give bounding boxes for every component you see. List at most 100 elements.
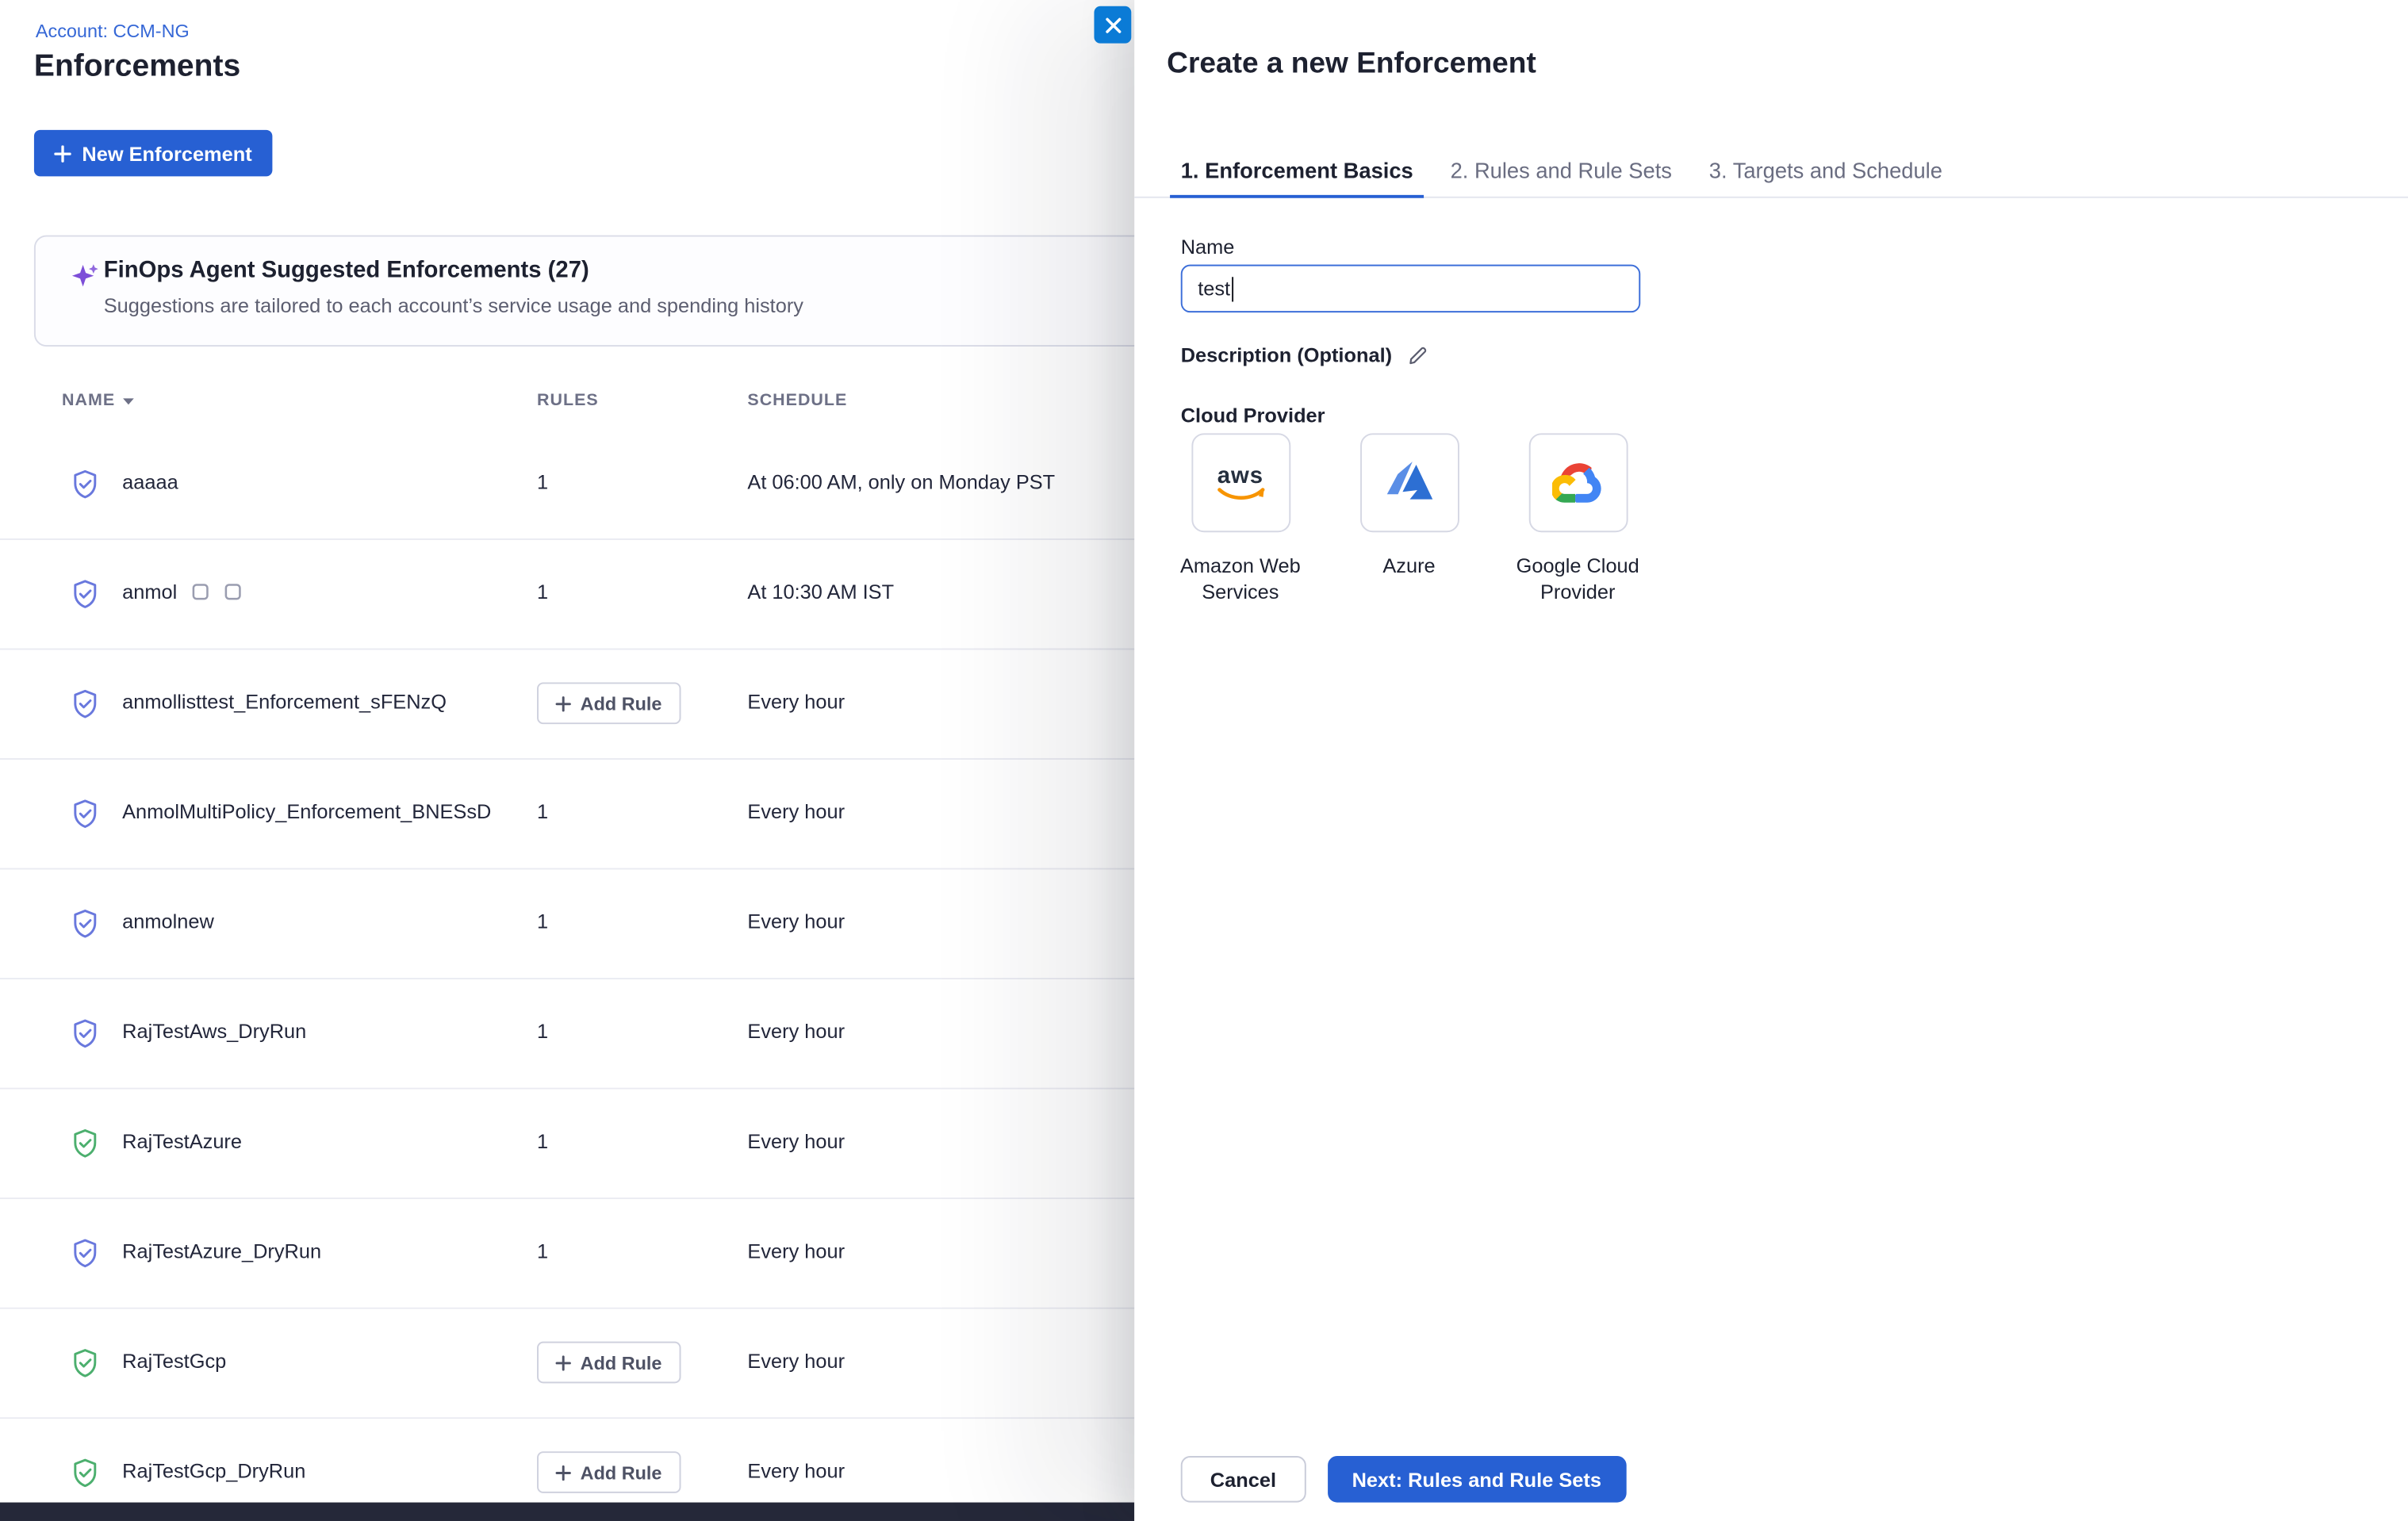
drawer-tab-2[interactable]: 2. Rules and Rule Sets xyxy=(1440,143,1683,197)
rules-count: 1 xyxy=(537,800,548,823)
add-rule-label: Add Rule xyxy=(581,1351,662,1373)
breadcrumb-account-link[interactable]: Account: CCM-NG xyxy=(36,20,190,41)
edit-description-button[interactable] xyxy=(1406,343,1429,366)
schedule-text: At 06:00 AM, only on Monday PST xyxy=(747,470,1055,493)
sort-arrow-icon xyxy=(123,397,136,404)
column-header-schedule[interactable]: SCHEDULE xyxy=(747,392,847,410)
enforcement-name: RajTestAzure xyxy=(122,1129,242,1152)
plus-icon xyxy=(54,144,71,161)
enforcement-name: aaaaa xyxy=(122,470,178,493)
aws-logo-icon: aws xyxy=(1216,463,1265,502)
rules-count: 1 xyxy=(537,580,548,603)
name-input-value: test xyxy=(1198,277,1230,300)
name-input[interactable]: test xyxy=(1181,265,1640,312)
plus-icon xyxy=(555,695,571,711)
cancel-button[interactable]: Cancel xyxy=(1181,1456,1306,1503)
row-name-cell: RajTestAws_DryRun xyxy=(122,1020,306,1043)
description-label: Description (Optional) xyxy=(1181,343,1392,366)
add-rule-label: Add Rule xyxy=(581,1462,662,1483)
cloud-provider-option-aws[interactable]: aws Amazon Web Services xyxy=(1156,433,1325,606)
add-rule-button[interactable]: Add Rule xyxy=(537,1451,681,1493)
row-extra-icons xyxy=(193,584,242,600)
close-icon xyxy=(1104,16,1121,33)
schedule-text: Every hour xyxy=(747,1349,845,1372)
enforcement-name: RajTestAzure_DryRun xyxy=(122,1239,321,1262)
shield-check-icon xyxy=(68,1126,102,1160)
enforcement-name: anmolnew xyxy=(122,910,214,933)
bottom-dark-strip xyxy=(0,1503,1134,1521)
enforcement-name: anmol xyxy=(122,580,177,603)
schedule-text: At 10:30 AM IST xyxy=(747,580,894,603)
drawer-footer: Cancel Next: Rules and Rule Sets xyxy=(1181,1456,1626,1503)
enforcement-name: anmollisttest_Enforcement_sFENzQ xyxy=(122,690,447,713)
name-field-label: Name xyxy=(1181,236,1235,259)
provider-label: Azure xyxy=(1382,554,1435,580)
page-title: Enforcements xyxy=(34,49,240,85)
row-name-cell: anmol xyxy=(122,580,242,603)
drawer-tab-3[interactable]: 3. Targets and Schedule xyxy=(1698,143,1953,197)
row-name-cell: RajTestGcp_DryRun xyxy=(122,1459,305,1482)
plus-icon xyxy=(555,1354,571,1370)
enforcement-name: AnmolMultiPolicy_Enforcement_BNESsD xyxy=(122,800,491,823)
drawer-tab-1[interactable]: 1. Enforcement Basics xyxy=(1170,143,1424,197)
add-rule-button[interactable]: Add Rule xyxy=(537,1342,681,1384)
row-name-cell: RajTestGcp xyxy=(122,1349,226,1372)
shield-check-icon xyxy=(68,1456,102,1490)
rules-count: 1 xyxy=(537,1129,548,1152)
schedule-text: Every hour xyxy=(747,1020,845,1043)
enforcement-name: RajTestAws_DryRun xyxy=(122,1020,306,1043)
app-canvas: Account: CCM-NG Enforcements New Enforce… xyxy=(0,0,2408,1521)
next-button[interactable]: Next: Rules and Rule Sets xyxy=(1327,1456,1626,1503)
shield-check-icon xyxy=(68,577,102,611)
row-name-cell: RajTestAzure_DryRun xyxy=(122,1239,321,1262)
tag-icon xyxy=(193,584,209,600)
column-header-name[interactable]: NAME xyxy=(62,392,135,410)
new-enforcement-label: New Enforcement xyxy=(82,142,251,165)
text-caret xyxy=(1232,276,1234,301)
shield-check-icon xyxy=(68,906,102,941)
schedule-text: Every hour xyxy=(747,1129,845,1152)
schedule-text: Every hour xyxy=(747,910,845,933)
add-rule-button[interactable]: Add Rule xyxy=(537,682,681,724)
shield-check-icon xyxy=(68,797,102,831)
drawer-tabs: 1. Enforcement Basics 2. Rules and Rule S… xyxy=(1134,143,2408,198)
schedule-text: Every hour xyxy=(747,800,845,823)
pencil-icon xyxy=(1406,343,1429,366)
gcp-logo-icon xyxy=(1552,462,1603,504)
table-header: NAME RULES SCHEDULE xyxy=(0,379,1134,428)
schedule-text: Every hour xyxy=(747,1239,845,1262)
provider-label: Amazon Web Services xyxy=(1163,554,1317,607)
azure-logo-icon xyxy=(1382,460,1435,505)
schedule-text: Every hour xyxy=(747,1459,845,1482)
shield-check-icon xyxy=(68,687,102,721)
shield-check-icon xyxy=(68,1347,102,1381)
row-name-cell: RajTestAzure xyxy=(122,1129,242,1152)
provider-card[interactable] xyxy=(1359,433,1459,532)
schedule-text: Every hour xyxy=(747,690,845,713)
enforcement-name: RajTestGcp_DryRun xyxy=(122,1459,305,1482)
sparkle-icon xyxy=(70,262,101,293)
new-enforcement-button[interactable]: New Enforcement xyxy=(34,130,272,177)
row-name-cell: anmolnew xyxy=(122,910,214,933)
create-enforcement-drawer: Create a new Enforcement 1. Enforcement … xyxy=(1134,0,2408,1521)
row-name-cell: AnmolMultiPolicy_Enforcement_BNESsD xyxy=(122,800,491,823)
copy-icon xyxy=(225,584,242,600)
rules-count: 1 xyxy=(537,1239,548,1262)
suggestions-card-title: FinOps Agent Suggested Enforcements (27) xyxy=(104,257,589,283)
provider-card[interactable]: aws xyxy=(1191,433,1290,532)
cloud-provider-options: aws Amazon Web Services Azure xyxy=(1156,433,1662,606)
rules-count: 1 xyxy=(537,470,548,493)
column-header-rules[interactable]: RULES xyxy=(537,392,599,410)
enforcement-name: RajTestGcp xyxy=(122,1349,226,1372)
rules-count: 1 xyxy=(537,1020,548,1043)
cloud-provider-label: Cloud Provider xyxy=(1181,404,1325,427)
add-rule-label: Add Rule xyxy=(581,692,662,714)
cloud-provider-option-azure[interactable]: Azure xyxy=(1325,433,1493,606)
column-name-label: NAME xyxy=(62,392,115,410)
drawer-title: Create a new Enforcement xyxy=(1167,48,1536,82)
provider-card[interactable] xyxy=(1528,433,1628,532)
cloud-provider-option-gcp[interactable]: Google Cloud Provider xyxy=(1493,433,1662,606)
shield-check-icon xyxy=(68,1017,102,1051)
close-drawer-button[interactable] xyxy=(1094,6,1131,44)
provider-label: Google Cloud Provider xyxy=(1501,554,1655,607)
